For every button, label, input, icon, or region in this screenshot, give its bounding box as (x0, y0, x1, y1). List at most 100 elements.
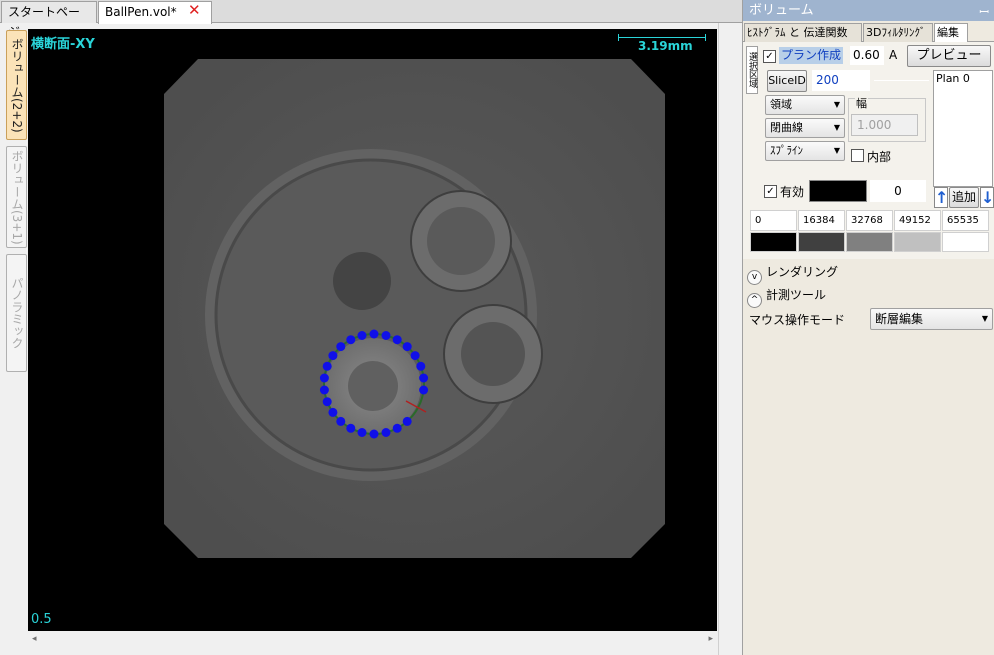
plan-create-label[interactable]: プラン作成 (779, 47, 844, 64)
spline-point[interactable] (419, 385, 429, 395)
spline-point[interactable] (328, 407, 338, 417)
plan-checkbox[interactable]: ✓ (763, 50, 776, 63)
measure-section-header[interactable]: ^ 計測ツール (747, 285, 827, 308)
arrow-down-icon[interactable]: ↓ (980, 187, 994, 208)
chevron-down-icon: ▼ (833, 123, 840, 132)
gradient-swatch[interactable] (798, 232, 845, 252)
spline-point[interactable] (346, 335, 356, 345)
ink-core (348, 361, 398, 411)
tab-edit[interactable]: 編集 (934, 23, 968, 43)
mouse-mode-value: 断層編集 (875, 312, 924, 326)
mouse-mode-dropdown[interactable]: 断層編集 ▼ (870, 308, 993, 330)
curve-dropdown[interactable]: 閉曲線 ▼ (765, 118, 845, 138)
zoom-label: 0.5 (31, 612, 52, 627)
gradient-swatch[interactable] (846, 232, 893, 252)
panel-title-label: ボリューム (749, 3, 814, 18)
tab-start-page[interactable]: スタートページ (1, 1, 97, 39)
pin-icon[interactable]: ꟷ (979, 2, 989, 23)
tab-histogram[interactable]: ﾋｽﾄｸﾞﾗﾑ と 伝達関数 (744, 23, 862, 42)
plan-list[interactable]: Plan 0 (933, 70, 993, 187)
region-dropdown-value: 領域 (770, 98, 792, 111)
spline-point[interactable] (336, 342, 346, 352)
spline-point[interactable] (392, 335, 402, 345)
scale-label: 3.19mm (638, 39, 693, 53)
spline-point[interactable] (416, 361, 426, 371)
color-value-field[interactable]: 0 (870, 180, 926, 202)
width-field: 1.000 (851, 114, 918, 136)
gradient-table: 0 16384 32768 49152 65535 (750, 210, 990, 254)
spline-point[interactable] (319, 373, 329, 383)
spline-point[interactable] (357, 331, 367, 340)
spline-point[interactable] (346, 423, 356, 433)
slice-viewport[interactable]: 横断面-XY 3.19mm 0.5 (28, 29, 717, 631)
view-title: 横断面-XY (31, 37, 95, 52)
valid-checkbox[interactable]: ✓ (764, 185, 777, 198)
splitter[interactable] (718, 23, 742, 655)
scroll-left-icon[interactable]: ◂ (32, 632, 37, 646)
tab-ballpen-label: BallPen.vol* (105, 5, 177, 19)
spline-point[interactable] (381, 331, 391, 340)
spline-point[interactable] (419, 373, 429, 383)
gradient-swatch[interactable] (750, 232, 797, 252)
hole-dark (333, 252, 391, 310)
volume-panel: ボリューム ꟷ ﾋｽﾄｸﾞﾗﾑ と 伝達関数 3Dﾌｨﾙﾀﾘﾝｸﾞ 編集 選択区… (742, 0, 994, 655)
region-dropdown[interactable]: 領域 ▼ (765, 95, 845, 115)
valid-label: 有効 (780, 185, 805, 199)
add-button[interactable]: 追加 (949, 187, 979, 208)
horizontal-scrollbar[interactable]: ◂ ▸ (28, 632, 717, 646)
spline-point[interactable] (322, 361, 332, 371)
spline-point[interactable] (392, 423, 402, 433)
opacity-field[interactable]: 0.60 (850, 46, 884, 65)
curve-dropdown-value: 閉曲線 (770, 121, 803, 134)
chevron-down-icon: ▼ (981, 314, 988, 323)
gradient-swatch[interactable] (942, 232, 989, 252)
hole-top-right-core (427, 207, 495, 275)
width-label: 幅 (855, 95, 868, 111)
chevron-down-icon: ▼ (833, 146, 840, 155)
opacity-unit-label: A (889, 48, 898, 62)
gradient-value[interactable]: 65535 (942, 210, 989, 231)
spline-point[interactable] (357, 428, 367, 437)
spline-point[interactable] (322, 397, 332, 407)
chevron-down-icon: v (747, 270, 762, 285)
inner-label: 内部 (867, 150, 892, 164)
spline-point[interactable] (402, 342, 412, 352)
spline-point[interactable] (336, 416, 346, 426)
spline-point[interactable] (328, 351, 338, 361)
tab-volume-3-1[interactable]: ボリューム(3+1) (6, 146, 27, 248)
measure-label: 計測ツール (766, 288, 827, 302)
spline-point[interactable] (402, 416, 412, 426)
gradient-swatch[interactable] (894, 232, 941, 252)
close-icon[interactable]: ✕ (188, 1, 201, 19)
document-tab-bar: スタートページ BallPen.vol* ✕ (0, 0, 742, 39)
spline-dropdown[interactable]: ｽﾌﾟﾗｲﾝ ▼ (765, 141, 845, 161)
spline-point[interactable] (369, 429, 379, 439)
edit-tab-content: 選択区域 ✓ プラン作成 0.60 A プレビュー SliceID 200 Pl… (743, 42, 994, 259)
divider (874, 80, 929, 81)
tab-panoramic[interactable]: パノラミック (6, 254, 27, 372)
gradient-value[interactable]: 16384 (798, 210, 845, 231)
rendering-section-header[interactable]: v レンダリング (747, 262, 838, 285)
list-item[interactable]: Plan 0 (936, 72, 990, 85)
slice-id-button[interactable]: SliceID (767, 70, 807, 92)
arrow-up-icon[interactable]: ↑ (934, 187, 948, 208)
ct-slice-image (164, 59, 665, 558)
slice-id-field[interactable]: 200 (812, 70, 870, 91)
preview-button[interactable]: プレビュー (907, 45, 991, 67)
selection-area-tab[interactable]: 選択区域 (746, 46, 758, 94)
hole-mid-right-core (461, 322, 525, 386)
color-swatch[interactable] (809, 180, 867, 202)
chevron-up-icon: ^ (747, 293, 762, 308)
spline-point[interactable] (369, 329, 379, 339)
tab-3d-filtering[interactable]: 3Dﾌｨﾙﾀﾘﾝｸﾞ (863, 23, 933, 42)
panel-tab-bar: ﾋｽﾄｸﾞﾗﾑ と 伝達関数 3Dﾌｨﾙﾀﾘﾝｸﾞ 編集 (743, 23, 994, 43)
inner-checkbox[interactable] (851, 149, 864, 162)
scroll-right-icon[interactable]: ▸ (708, 632, 713, 646)
gradient-value[interactable]: 0 (750, 210, 797, 231)
gradient-value[interactable]: 32768 (846, 210, 893, 231)
spline-point[interactable] (319, 385, 329, 395)
gradient-value[interactable]: 49152 (894, 210, 941, 231)
spline-point[interactable] (410, 351, 420, 361)
spline-point[interactable] (381, 428, 391, 437)
tab-volume-2-2[interactable]: ボリューム(2+2) (6, 30, 27, 140)
